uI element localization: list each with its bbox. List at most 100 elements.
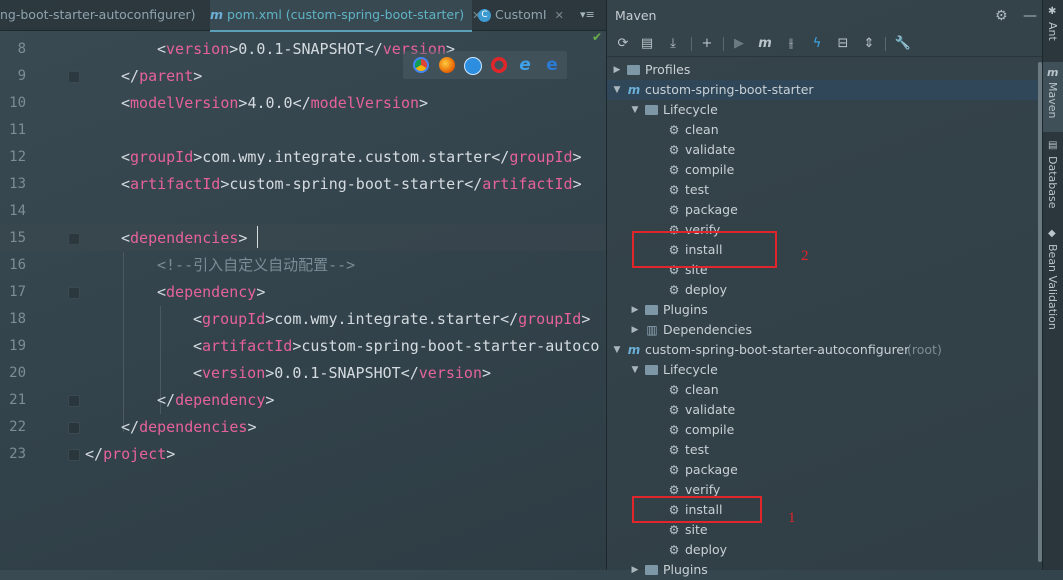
- chevron-down-icon[interactable]: ▼: [611, 80, 623, 100]
- ant-icon: ✱: [1048, 6, 1057, 17]
- collapse-all-icon[interactable]: ⇕: [859, 34, 879, 54]
- close-icon[interactable]: ✕: [555, 9, 564, 22]
- chevron-right-icon[interactable]: ▶: [629, 560, 641, 580]
- reload-icon[interactable]: ⟳: [613, 34, 633, 54]
- gear-icon: ⚙: [668, 163, 680, 177]
- goal-deploy[interactable]: ⚙ deploy: [607, 280, 1043, 300]
- goal-clean[interactable]: ⚙ clean: [607, 380, 1043, 400]
- tree-item-label: custom-spring-boot-starter-autoconfigure…: [645, 342, 910, 357]
- tab-custom-class[interactable]: C CustomI ✕: [478, 0, 578, 30]
- opera-icon[interactable]: [491, 57, 507, 73]
- tree-profiles[interactable]: ▶ Profiles: [607, 60, 1043, 80]
- goal-validate[interactable]: ⚙ validate: [607, 400, 1043, 420]
- tree-item-label: compile: [685, 422, 735, 437]
- fold-marker-icon[interactable]: [68, 71, 80, 83]
- goal-compile[interactable]: ⚙ compile: [607, 160, 1043, 180]
- execute-goal-icon[interactable]: m: [755, 34, 775, 54]
- firefox-icon[interactable]: [439, 57, 455, 73]
- chevron-down-icon[interactable]: ▼: [629, 100, 641, 120]
- run-icon[interactable]: ▶: [729, 34, 749, 54]
- code-line-13: <artifactId>custom-spring-boot-starter</…: [121, 175, 582, 193]
- fold-marker-icon[interactable]: [68, 395, 80, 407]
- download-icon[interactable]: ⤓: [663, 34, 683, 54]
- tree-item-label: package: [685, 462, 738, 477]
- tree-plugins[interactable]: ▶ Plugins: [607, 560, 1043, 580]
- line-number: 14: [9, 203, 26, 219]
- current-line-highlight: [0, 224, 606, 251]
- line-number: 12: [9, 149, 26, 165]
- code-editor[interactable]: ng-boot-starter-autoconfigurer) ✕ mpom.xm…: [0, 0, 606, 570]
- goal-test[interactable]: ⚙ test: [607, 440, 1043, 460]
- tree-lifecycle[interactable]: ▼ Lifecycle: [607, 360, 1043, 380]
- goal-package[interactable]: ⚙ package: [607, 200, 1043, 220]
- goal-site[interactable]: ⚙ site: [607, 520, 1043, 540]
- maven-icon: m: [1047, 66, 1059, 79]
- add-icon[interactable]: +: [697, 34, 717, 54]
- fold-marker-icon[interactable]: [68, 233, 80, 245]
- tree-lifecycle[interactable]: ▼ Lifecycle: [607, 100, 1043, 120]
- code-line-18: <groupId>com.wmy.integrate.starter</grou…: [193, 310, 591, 328]
- fold-marker-icon[interactable]: [68, 422, 80, 434]
- tree-item-label: deploy: [685, 542, 728, 557]
- gear-icon: ⚙: [668, 543, 680, 557]
- tab-database[interactable]: ▤ Database: [1043, 140, 1063, 210]
- tab-list-dropdown[interactable]: ▾≡: [580, 0, 595, 30]
- maven-project-icon: m: [627, 83, 641, 97]
- chevron-right-icon[interactable]: ▶: [629, 320, 641, 340]
- goal-compile[interactable]: ⚙ compile: [607, 420, 1043, 440]
- tab-ant[interactable]: ✱ Ant: [1043, 6, 1063, 56]
- tab-bean-validation[interactable]: ◆ Bean Validation: [1043, 228, 1063, 330]
- goal-clean[interactable]: ⚙ clean: [607, 120, 1043, 140]
- chevron-right-icon[interactable]: ▶: [611, 60, 623, 80]
- code-line-10: <modelVersion>4.0.0</modelVersion>: [121, 94, 429, 112]
- close-icon[interactable]: ✕: [204, 9, 205, 22]
- toggle-offline-icon[interactable]: ⫲: [781, 34, 801, 54]
- tab-maven[interactable]: m Maven: [1043, 62, 1063, 132]
- gear-icon[interactable]: ⚙: [995, 0, 1008, 32]
- ie-icon[interactable]: e: [517, 57, 533, 74]
- tree-dependencies[interactable]: ▶ ▥ Dependencies: [607, 320, 1043, 340]
- gear-icon: ⚙: [668, 403, 680, 417]
- text-caret: [257, 226, 258, 248]
- goal-deploy[interactable]: ⚙ deploy: [607, 540, 1043, 560]
- line-number: 8: [17, 41, 26, 57]
- maven-file-icon: m: [210, 7, 224, 22]
- tab-pom-xml[interactable]: m pom.xml (custom-spring-boot-starter) ✕: [210, 0, 481, 32]
- wrench-icon[interactable]: 🔧: [893, 34, 913, 54]
- line-number: 17: [9, 284, 26, 300]
- goal-test[interactable]: ⚙ test: [607, 180, 1043, 200]
- tab-label: CustomI: [495, 7, 547, 22]
- gear-icon: ⚙: [668, 203, 680, 217]
- tab-label: ng-boot-starter-autoconfigurer): [0, 7, 196, 22]
- generate-sources-icon[interactable]: ▤: [637, 34, 657, 54]
- tree-project-autoconfigurer[interactable]: ▼ m custom-spring-boot-starter-autoconfigu…: [607, 340, 1043, 360]
- chrome-icon[interactable]: [413, 57, 429, 73]
- dependencies-icon: ▥: [646, 323, 658, 337]
- safari-icon[interactable]: [464, 57, 482, 75]
- goal-validate[interactable]: ⚙ validate: [607, 140, 1043, 160]
- line-number: 18: [9, 311, 26, 327]
- gear-icon: ⚙: [668, 523, 680, 537]
- fold-marker-icon[interactable]: [68, 287, 80, 299]
- goal-package[interactable]: ⚙ package: [607, 460, 1043, 480]
- chevron-down-icon[interactable]: ▼: [629, 360, 641, 380]
- annotation-box-1: [632, 496, 762, 523]
- maven-header: Maven ⚙ —: [607, 0, 1043, 32]
- skip-tests-icon[interactable]: ϟ: [807, 34, 827, 54]
- edge-icon[interactable]: e: [544, 57, 560, 74]
- show-dependencies-icon[interactable]: ⊟: [833, 34, 853, 54]
- tree-project-starter[interactable]: ▼ m custom-spring-boot-starter: [607, 80, 1043, 100]
- gear-icon: ⚙: [668, 183, 680, 197]
- gear-icon: ⚙: [668, 443, 680, 457]
- annotation-label-2: 2: [801, 248, 809, 264]
- minimize-icon[interactable]: —: [1023, 0, 1037, 32]
- tree-item-label: clean: [685, 122, 719, 137]
- chevron-right-icon[interactable]: ▶: [629, 300, 641, 320]
- tree-item-label: Profiles: [645, 62, 691, 77]
- tab-autoconfigurer-file[interactable]: ng-boot-starter-autoconfigurer) ✕: [0, 0, 205, 30]
- maven-project-icon: m: [627, 343, 641, 357]
- chevron-down-icon[interactable]: ▼: [611, 340, 623, 360]
- annotation-box-2: [632, 231, 777, 268]
- fold-marker-icon[interactable]: [68, 449, 80, 461]
- tree-plugins[interactable]: ▶ Plugins: [607, 300, 1043, 320]
